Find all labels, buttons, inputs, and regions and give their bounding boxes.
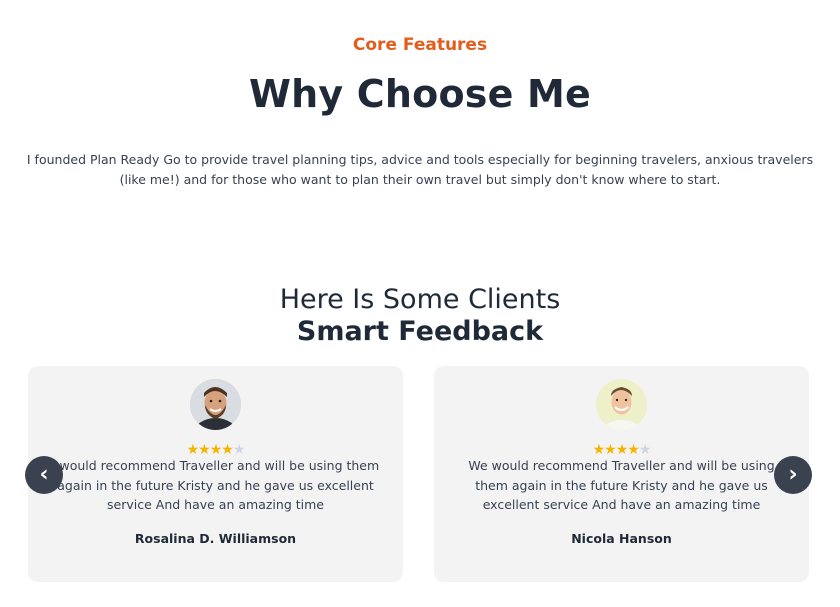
chevron-left-icon: ‹ [39, 462, 49, 487]
features-description: I founded Plan Ready Go to provide trave… [26, 152, 814, 187]
testimonials-heading-bold: Smart Feedback [296, 316, 544, 347]
testimonial-author: Rosalina D. Williamson [134, 531, 297, 546]
testimonials-heading-light: Here Is Some Clients [279, 284, 561, 315]
testimonial-quote: We would recommend Traveller and will be… [468, 458, 775, 512]
features-eyebrow: Core Features [352, 35, 488, 55]
avatar [596, 379, 647, 430]
testimonial-card: ★★★★★ I would recommend Traveller and wi… [28, 366, 403, 582]
chevron-right-icon: › [788, 462, 798, 487]
features-title: Why Choose Me [249, 72, 591, 116]
carousel-next-button[interactable]: › [774, 456, 812, 494]
avatar [190, 379, 241, 430]
testimonial-author: Nicola Hanson [571, 531, 672, 546]
testimonial-quote: I would recommend Traveller and will be … [51, 458, 380, 512]
testimonial-card: ★★★★★ We would recommend Traveller and w… [434, 366, 809, 582]
carousel-prev-button[interactable]: ‹ [25, 456, 63, 494]
